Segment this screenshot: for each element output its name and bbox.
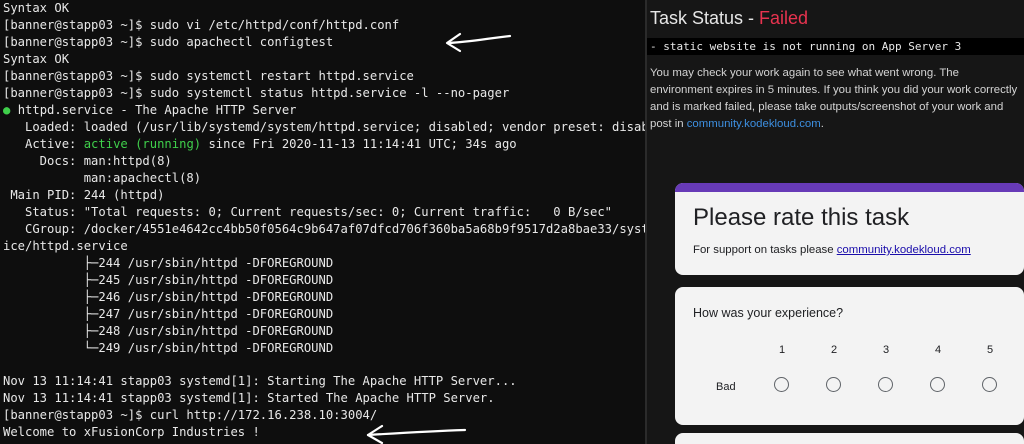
terminal-line: ├─248 /usr/sbin/httpd -DFOREGROUND <box>3 324 334 338</box>
rating-radio-1[interactable] <box>774 377 789 392</box>
terminal-line: [banner@stapp03 ~]$ curl http://172.16.2… <box>3 408 378 422</box>
terminal-line: Status: "Total requests: 0; Current requ… <box>3 205 613 219</box>
task-status-badge: Failed <box>759 8 809 28</box>
terminal-line: man:apachectl(8) <box>3 171 202 185</box>
rating-radio-3[interactable] <box>878 377 893 392</box>
terminal-window[interactable]: Syntax OK [banner@stapp03 ~]$ sudo vi /e… <box>0 0 645 444</box>
terminal-line: Syntax OK <box>3 52 70 66</box>
scale-label-1: 1 <box>778 344 786 356</box>
terminal-line: ├─245 /usr/sbin/httpd -DFOREGROUND <box>3 273 334 287</box>
info-end: . <box>820 118 824 130</box>
rating-radio-2[interactable] <box>826 377 841 392</box>
error-output: - static website is not running on App S… <box>647 38 1024 55</box>
rate-task-card: Please rate this task For support on tas… <box>675 183 1024 275</box>
terminal-line: ice/httpd.service <box>3 239 128 253</box>
terminal-line: [banner@stapp03 ~]$ sudo systemctl resta… <box>3 69 414 83</box>
terminal-line: ├─246 /usr/sbin/httpd -DFOREGROUND <box>3 290 334 304</box>
terminal-line: Main PID: 244 (httpd) <box>3 188 165 202</box>
task-status-title: Task Status - Failed <box>650 8 808 29</box>
rating-radio-5[interactable] <box>982 377 997 392</box>
scale-label-3: 3 <box>882 344 890 356</box>
terminal-line: └─249 /usr/sbin/httpd -DFOREGROUND <box>3 341 334 355</box>
annotation-arrow-icon <box>445 32 512 53</box>
terminal-line: Welcome to xFusionCorp Industries ! <box>3 425 260 439</box>
terminal-line: ├─244 /usr/sbin/httpd -DFOREGROUND <box>3 256 334 270</box>
rate-task-title: Please rate this task <box>693 204 910 231</box>
terminal-line: Docs: man:httpd(8) <box>3 154 172 168</box>
rating-radio-4[interactable] <box>930 377 945 392</box>
terminal-line: ● httpd.service - The Apache HTTP Server <box>3 102 297 119</box>
scale-low-label: Bad <box>716 381 736 393</box>
active-since: since Fri 2020-11-13 11:14:41 UTC; 34s a… <box>208 137 517 151</box>
scale-label-4: 4 <box>934 344 942 356</box>
support-link[interactable]: community.kodekloud.com <box>837 244 971 256</box>
next-question-card <box>675 433 1024 444</box>
annotation-arrow-icon <box>366 424 467 444</box>
task-status-panel: Task Status - Failed - static website is… <box>647 0 1024 444</box>
error-message: - static website is not running on App S… <box>650 40 962 53</box>
scale-label-5: 5 <box>986 344 994 356</box>
terminal-line: [banner@stapp03 ~]$ sudo vi /etc/httpd/c… <box>3 18 400 32</box>
support-label: For support on tasks please <box>693 244 837 256</box>
terminal-line: Nov 13 11:14:41 stapp03 systemd[1]: Star… <box>3 391 495 405</box>
terminal-line: [banner@stapp03 ~]$ sudo systemctl statu… <box>3 86 510 100</box>
experience-question-card: How was your experience? 1 2 3 4 5 Bad <box>675 287 1024 425</box>
form-accent-bar <box>675 183 1024 192</box>
community-link[interactable]: community.kodekloud.com <box>687 118 821 130</box>
task-status-label: Task Status - <box>650 8 760 28</box>
terminal-line: Loaded: loaded (/usr/lib/systemd/system/… <box>3 120 645 134</box>
scale-label-2: 2 <box>830 344 838 356</box>
service-title: httpd.service - The Apache HTTP Server <box>17 103 297 117</box>
support-text: For support on tasks please community.ko… <box>693 244 971 256</box>
experience-question: How was your experience? <box>693 306 844 320</box>
terminal-line: [banner@stapp03 ~]$ sudo apachectl confi… <box>3 35 334 49</box>
active-label: Active: <box>3 137 84 151</box>
active-state: active (running) <box>83 137 202 151</box>
info-text: You may check your work again to see wha… <box>650 65 1020 133</box>
terminal-line: ├─247 /usr/sbin/httpd -DFOREGROUND <box>3 307 334 321</box>
terminal-line: Syntax OK <box>3 1 70 15</box>
terminal-line: Active: active (running) since Fri 2020-… <box>3 136 517 153</box>
terminal-line: CGroup: /docker/4551e4642cc4bb50f0564c9b… <box>3 222 645 236</box>
terminal-line: Nov 13 11:14:41 stapp03 systemd[1]: Star… <box>3 374 517 388</box>
status-dot-icon: ● <box>3 103 11 117</box>
